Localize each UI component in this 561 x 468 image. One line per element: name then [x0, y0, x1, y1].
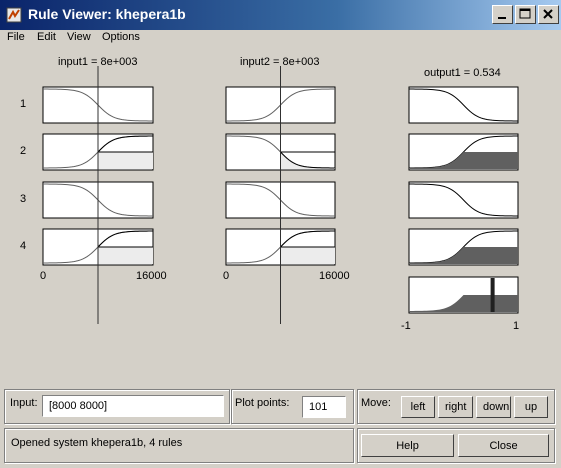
- rule-plots[interactable]: [0, 46, 561, 380]
- maximize-icon: [519, 8, 531, 19]
- menu-edit[interactable]: Edit: [37, 31, 56, 43]
- status-text: Opened system khepera1b, 4 rules: [11, 437, 183, 449]
- input-field[interactable]: [42, 395, 224, 417]
- rule-plot-area: input1 = 8e+003 input2 = 8e+003 output1 …: [0, 46, 561, 380]
- move-up-button[interactable]: up: [514, 396, 548, 418]
- minimize-icon: [498, 17, 506, 19]
- status-panel: Opened system khepera1b, 4 rules: [4, 428, 354, 463]
- firing-area: [280, 247, 335, 264]
- window-title: Rule Viewer: khepera1b: [28, 6, 186, 22]
- menu-view[interactable]: View: [67, 31, 91, 43]
- menu-file[interactable]: File: [7, 31, 25, 43]
- move-label: Move:: [361, 397, 391, 409]
- menu-options[interactable]: Options: [102, 31, 140, 43]
- help-button[interactable]: Help: [361, 434, 454, 457]
- firing-area: [98, 152, 153, 169]
- plot-points-panel: Plot points:: [231, 389, 354, 424]
- move-down-button[interactable]: down: [476, 396, 511, 418]
- matlab-app-icon: [6, 7, 22, 23]
- title-bar[interactable]: Rule Viewer: khepera1b: [0, 0, 561, 30]
- minimize-button[interactable]: [492, 5, 513, 24]
- plot-points-field[interactable]: [302, 396, 346, 418]
- close-window-button[interactable]: [538, 5, 559, 24]
- help-close-panel: Help Close: [357, 428, 555, 463]
- defuzzified-output-marker: [490, 278, 495, 312]
- move-right-button[interactable]: right: [438, 396, 473, 418]
- maximize-button[interactable]: [515, 5, 536, 24]
- close-button[interactable]: Close: [458, 434, 549, 457]
- menu-bar: File Edit View Options: [0, 30, 561, 46]
- move-left-button[interactable]: left: [401, 396, 435, 418]
- input-panel: Input:: [4, 389, 230, 424]
- plot-points-label: Plot points:: [235, 397, 290, 409]
- close-icon: [543, 9, 553, 19]
- move-panel: Move: left right down up: [357, 389, 555, 424]
- input-label: Input:: [10, 397, 38, 409]
- firing-area: [98, 247, 153, 264]
